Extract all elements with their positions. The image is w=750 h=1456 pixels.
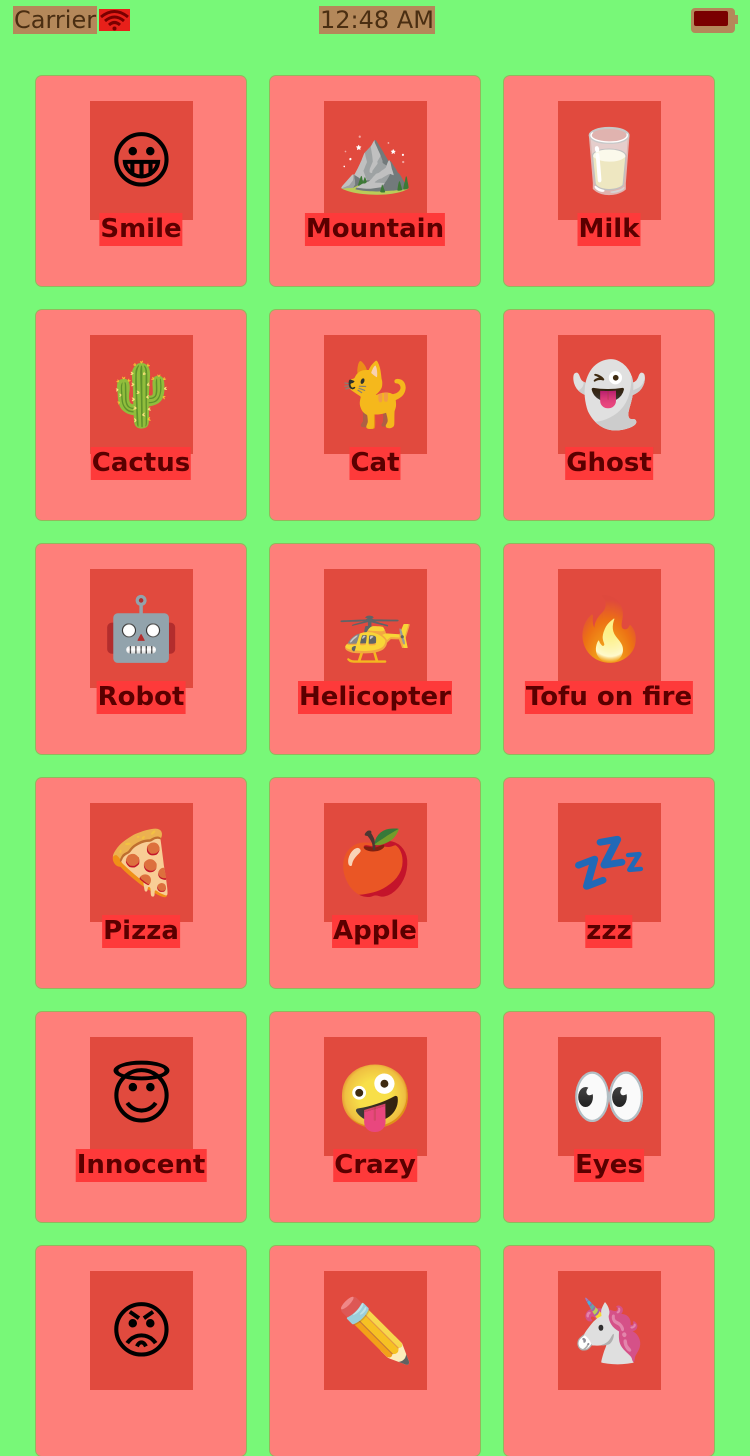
pizza-icon: 🍕 (102, 825, 181, 899)
emoji-card[interactable]: 👀 Eyes (504, 1012, 714, 1222)
emoji-card[interactable]: 🤖 Robot (36, 544, 246, 754)
emoji-card[interactable]: ⛰️ Mountain (270, 76, 480, 286)
emoji-card-label: Pizza (102, 915, 180, 948)
unicorn-icon: 🦄 (570, 1293, 649, 1367)
emoji-card-label: Robot (96, 681, 186, 714)
emoji-card-label: Ghost (565, 447, 653, 480)
cat-icon: 🐈 (336, 357, 415, 431)
emoji-icon-box: 🌵 (90, 335, 193, 454)
eyes-icon: 👀 (570, 1059, 649, 1133)
emoji-card-label: Tofu on fire (524, 681, 694, 714)
emoji-card[interactable]: 🔥 Tofu on fire (504, 544, 714, 754)
milk-icon: 🥛 (570, 123, 649, 197)
emoji-card[interactable]: 😀 Smile (36, 76, 246, 286)
emoji-card[interactable]: 🍎 Apple (270, 778, 480, 988)
innocent-icon: 😇 (109, 1059, 174, 1133)
pencil-icon: ✏️ (336, 1293, 415, 1367)
emoji-icon-box: 😡 (90, 1271, 193, 1390)
tofu-on-fire-icon: 🔥 (570, 591, 649, 665)
emoji-card[interactable]: 😇 Innocent (36, 1012, 246, 1222)
smile-icon: 😀 (109, 123, 174, 197)
emoji-icon-box: 👻 (558, 335, 661, 454)
emoji-card-label: Milk (577, 213, 641, 246)
emoji-card-label: Cactus (90, 447, 192, 480)
emoji-card[interactable]: ✏️ (270, 1246, 480, 1456)
emoji-icon-box: 😀 (90, 101, 193, 220)
emoji-icon-box: 🍕 (90, 803, 193, 922)
mountain-icon: ⛰️ (336, 123, 415, 197)
zzz-icon: 💤 (570, 825, 649, 899)
battery-icon (691, 8, 738, 33)
apple-icon: 🍎 (336, 825, 415, 899)
emoji-card-label: Helicopter (298, 681, 452, 714)
emoji-card[interactable]: 💤 zzz (504, 778, 714, 988)
emoji-card[interactable]: 🦄 (504, 1246, 714, 1456)
emoji-icon-box: 🥛 (558, 101, 661, 220)
emoji-icon-box: 💤 (558, 803, 661, 922)
status-bar: Carrier 12:48 AM (0, 0, 750, 40)
emoji-card-label: Crazy (333, 1149, 417, 1182)
emoji-card[interactable]: 🌵 Cactus (36, 310, 246, 520)
emoji-icon-box: ⛰️ (324, 101, 427, 220)
emoji-card-label: Cat (349, 447, 401, 480)
emoji-icon-box: 🤖 (90, 569, 193, 688)
crazy-icon: 🤪 (336, 1059, 415, 1133)
emoji-card-label: zzz (585, 915, 633, 948)
emoji-card-label: Mountain (304, 213, 446, 246)
emoji-card[interactable]: 🤪 Crazy (270, 1012, 480, 1222)
status-time: 12:48 AM (319, 6, 435, 34)
emoji-icon-box: 🐈 (324, 335, 427, 454)
emoji-icon-box: 🦄 (558, 1271, 661, 1390)
ghost-icon: 👻 (570, 357, 649, 431)
emoji-card[interactable]: 👻 Ghost (504, 310, 714, 520)
emoji-card[interactable]: 🚁 Helicopter (270, 544, 480, 754)
helicopter-icon: 🚁 (336, 591, 415, 665)
emoji-icon-box: 🚁 (324, 569, 427, 688)
emoji-icon-box: 🔥 (558, 569, 661, 688)
cactus-icon: 🌵 (102, 357, 181, 431)
emoji-card[interactable]: 🥛 Milk (504, 76, 714, 286)
emoji-card-label: Smile (99, 213, 183, 246)
wifi-icon (99, 9, 130, 31)
emoji-card[interactable]: 🍕 Pizza (36, 778, 246, 988)
emoji-icon-box: ✏️ (324, 1271, 427, 1390)
carrier-label: Carrier (13, 6, 98, 34)
emoji-card-label: Apple (332, 915, 418, 948)
emoji-card[interactable]: 🐈 Cat (270, 310, 480, 520)
emoji-icon-box: 🤪 (324, 1037, 427, 1156)
emoji-card[interactable]: 😡 (36, 1246, 246, 1456)
emoji-card-label: Innocent (75, 1149, 207, 1182)
emoji-card-label: Eyes (574, 1149, 644, 1182)
emoji-icon-box: 👀 (558, 1037, 661, 1156)
emoji-icon-box: 🍎 (324, 803, 427, 922)
robot-icon: 🤖 (102, 591, 181, 665)
emoji-icon-box: 😇 (90, 1037, 193, 1156)
angry-icon: 😡 (109, 1293, 174, 1367)
